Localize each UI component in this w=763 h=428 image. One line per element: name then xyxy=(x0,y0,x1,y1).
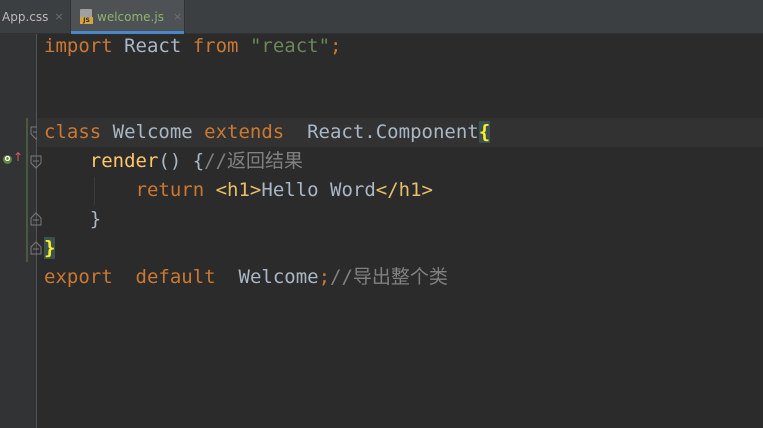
editor-gutter[interactable] xyxy=(0,34,37,428)
code-line-1[interactable]: import React from "react"; xyxy=(44,32,341,61)
arrow-up-icon[interactable]: ↑ xyxy=(13,150,23,164)
tab-label: welcome.js xyxy=(97,9,164,24)
code-line-9[interactable]: export default Welcome;//导出整个类 xyxy=(44,263,448,292)
fold-close-icon[interactable] xyxy=(30,212,42,226)
fold-close-icon[interactable] xyxy=(30,241,42,255)
code-line-8[interactable]: } xyxy=(44,234,56,263)
code-line-7[interactable]: } xyxy=(44,205,101,234)
js-file-icon: JS xyxy=(80,9,93,24)
fold-open-icon[interactable] xyxy=(30,155,42,169)
vcs-change-marker[interactable] xyxy=(26,118,28,262)
matched-brace: } xyxy=(44,237,56,259)
code-line-4[interactable]: class Welcome extends React.Component{ xyxy=(44,118,491,147)
tab-label: App.css xyxy=(2,9,49,24)
code-line-6[interactable]: return <h1>Hello Word</h1> xyxy=(44,176,433,205)
code-line-5[interactable]: render() {//返回结果 xyxy=(44,147,303,176)
tab-app-css[interactable]: App.css × xyxy=(0,0,70,33)
close-icon[interactable]: × xyxy=(173,10,182,23)
override-method-icon[interactable]: O xyxy=(3,155,12,164)
editor-tab-bar: App.css × JS welcome.js × xyxy=(0,0,763,34)
tab-welcome-js[interactable]: JS welcome.js × xyxy=(70,0,185,34)
matched-brace: { xyxy=(478,121,491,143)
close-icon[interactable]: × xyxy=(54,10,63,23)
